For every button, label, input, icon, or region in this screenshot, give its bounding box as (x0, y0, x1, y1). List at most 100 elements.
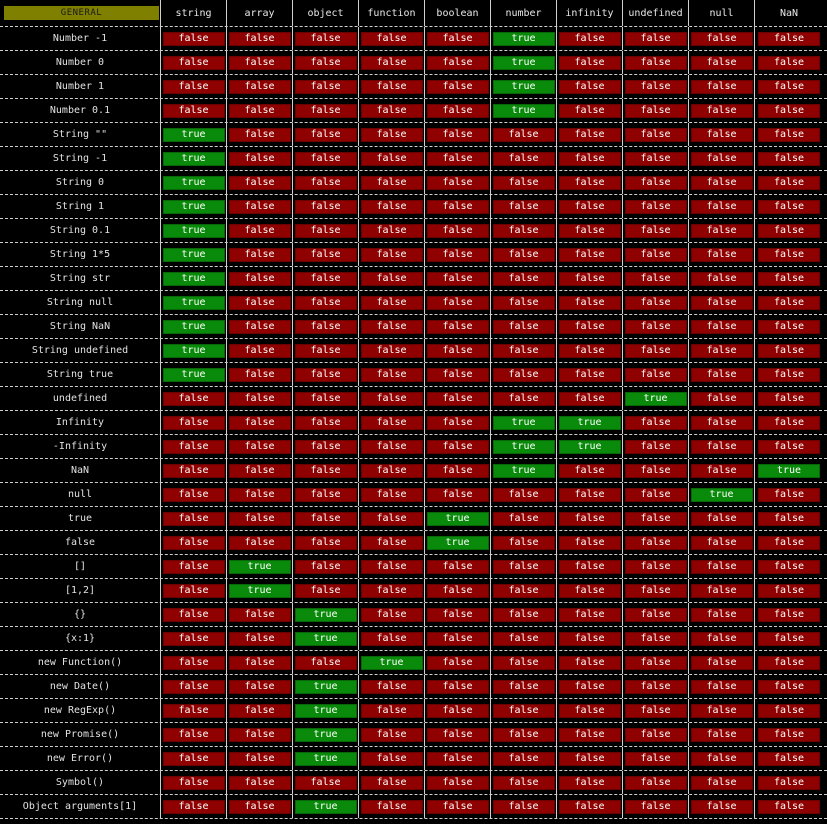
value-cell-function: true (358, 651, 424, 674)
value-cell-nan: false (754, 483, 823, 506)
false-badge: false (162, 487, 225, 502)
false-badge: false (360, 319, 423, 334)
false-badge: false (690, 439, 753, 454)
value-cell-infinity: false (556, 363, 622, 386)
false-badge: false (162, 727, 225, 742)
false-badge: false (758, 415, 820, 430)
false-badge: false (426, 223, 489, 238)
value-cell-object: false (292, 363, 358, 386)
false-badge: false (492, 199, 555, 214)
false-badge: false (426, 391, 489, 406)
value-cell-infinity: false (556, 771, 622, 794)
value-cell-array: true (226, 555, 292, 578)
false-badge: false (426, 415, 489, 430)
value-cell-null: false (688, 27, 754, 50)
table-row: new Function() false false false true false fa… (0, 651, 827, 675)
value-cell-string: false (160, 675, 226, 698)
value-cell-array: false (226, 411, 292, 434)
false-badge: false (624, 151, 687, 166)
value-cell-function: false (358, 459, 424, 482)
value-cell-array: false (226, 219, 292, 242)
false-badge: false (690, 463, 753, 478)
false-badge: false (558, 487, 621, 502)
false-badge: false (624, 55, 687, 70)
value-cell-undefined: false (622, 147, 688, 170)
value-cell-string: true (160, 315, 226, 338)
value-cell-infinity: false (556, 315, 622, 338)
value-cell-string: true (160, 339, 226, 362)
false-badge: false (360, 247, 423, 262)
true-badge: true (162, 367, 225, 382)
false-badge: false (162, 31, 225, 46)
row-label: String NaN (49, 321, 111, 332)
value-cell-undefined: false (622, 675, 688, 698)
value-cell-number: true (490, 27, 556, 50)
value-cell-string: false (160, 411, 226, 434)
false-badge: false (360, 751, 423, 766)
false-badge: false (162, 535, 225, 550)
false-badge: false (426, 367, 489, 382)
value-cell-boolean: false (424, 123, 490, 146)
column-header-string: string (160, 0, 226, 26)
true-badge: true (360, 655, 423, 670)
table-row: NaN false false false false false true false fal… (0, 459, 827, 483)
value-cell-infinity: false (556, 675, 622, 698)
value-cell-undefined: false (622, 771, 688, 794)
false-badge: false (758, 199, 820, 214)
value-cell-number: false (490, 363, 556, 386)
value-cell-nan: false (754, 723, 823, 746)
false-badge: false (758, 535, 820, 550)
false-badge: false (558, 271, 621, 286)
false-badge: false (690, 151, 753, 166)
false-badge: false (492, 175, 555, 190)
value-cell-undefined: false (622, 747, 688, 770)
value-cell-nan: false (754, 363, 823, 386)
false-badge: false (758, 343, 820, 358)
false-badge: false (228, 79, 291, 94)
row-label: Symbol() (55, 777, 105, 788)
false-badge: false (294, 271, 357, 286)
false-badge: false (360, 103, 423, 118)
value-cell-object: true (292, 723, 358, 746)
false-badge: false (360, 79, 423, 94)
value-cell-object: false (292, 411, 358, 434)
false-badge: false (294, 463, 357, 478)
false-badge: false (294, 391, 357, 406)
value-cell-object: false (292, 219, 358, 242)
value-cell-number: false (490, 315, 556, 338)
value-cell-function: false (358, 627, 424, 650)
false-badge: false (624, 247, 687, 262)
value-cell-object: true (292, 747, 358, 770)
value-cell-infinity: false (556, 723, 622, 746)
false-badge: false (758, 367, 820, 382)
false-badge: false (426, 271, 489, 286)
value-cell-null: false (688, 147, 754, 170)
false-badge: false (558, 55, 621, 70)
false-badge: false (624, 559, 687, 574)
value-cell-boolean: false (424, 795, 490, 818)
value-cell-array: false (226, 99, 292, 122)
false-badge: false (228, 175, 291, 190)
value-cell-array: false (226, 51, 292, 74)
false-badge: false (426, 607, 489, 622)
value-cell-boolean: false (424, 675, 490, 698)
value-cell-nan: false (754, 195, 823, 218)
false-badge: false (360, 415, 423, 430)
value-cell-string: true (160, 267, 226, 290)
value-cell-string: false (160, 483, 226, 506)
false-badge: false (162, 463, 225, 478)
true-badge: true (690, 487, 753, 502)
false-badge: false (360, 679, 423, 694)
false-badge: false (492, 319, 555, 334)
false-badge: false (426, 103, 489, 118)
false-badge: false (162, 583, 225, 598)
false-badge: false (294, 583, 357, 598)
value-cell-string: false (160, 459, 226, 482)
false-badge: false (426, 127, 489, 142)
false-badge: false (624, 103, 687, 118)
false-badge: false (624, 799, 687, 814)
false-badge: false (228, 487, 291, 502)
value-cell-function: false (358, 483, 424, 506)
value-cell-boolean: false (424, 51, 490, 74)
table-row: false false false false false true false false f… (0, 531, 827, 555)
